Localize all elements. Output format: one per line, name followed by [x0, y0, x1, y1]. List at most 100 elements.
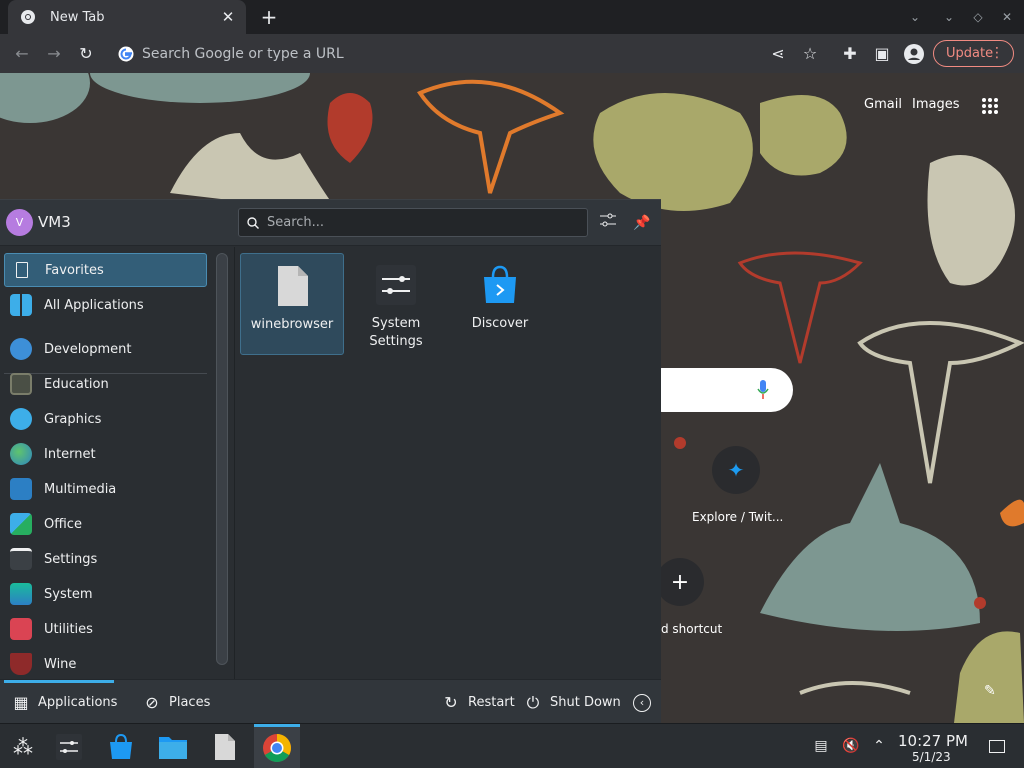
category-multimedia[interactable]: Multimedia [4, 472, 207, 506]
app-system-settings[interactable]: System Settings [344, 253, 448, 355]
category-internet[interactable]: Internet [4, 437, 207, 471]
file-manager-icon [159, 736, 187, 759]
task-discover[interactable] [98, 724, 144, 768]
application-launcher: V VM3 📌 Favorites All Applications Devel… [0, 199, 661, 724]
category-label: Graphics [44, 411, 102, 427]
category-education[interactable]: Education [4, 367, 207, 401]
category-utilities[interactable]: Utilities [4, 612, 207, 646]
category-system[interactable]: System [4, 577, 207, 611]
omnibox-input[interactable] [142, 45, 642, 62]
category-graphics[interactable]: Graphics [4, 402, 207, 436]
category-development[interactable]: Development [4, 332, 207, 366]
side-panel-icon[interactable]: ▣ [870, 42, 894, 66]
launcher-footer: ▦ Applications ⊘ Places ↻ Restart ⏻ Shut… [0, 679, 661, 724]
system-settings-icon [56, 733, 82, 760]
category-scrollbar[interactable] [216, 253, 228, 665]
microphone-icon[interactable] [756, 379, 770, 401]
forward-icon[interactable]: → [42, 42, 66, 66]
task-chrome[interactable] [254, 724, 300, 768]
category-label: All Applications [44, 297, 144, 313]
file-icon [278, 266, 308, 306]
tab-search-icon[interactable]: ⌄ [906, 8, 924, 26]
app-winebrowser[interactable]: winebrowser [240, 253, 344, 355]
clipboard-icon[interactable]: ▤ [812, 737, 830, 755]
configure-icon[interactable] [597, 212, 619, 234]
ntp-search-box[interactable] [640, 368, 793, 412]
kickoff-launcher-button[interactable]: ⁂ [0, 724, 46, 768]
kickoff-launcher-icon: ⁂ [13, 734, 33, 759]
clock-time[interactable]: 10:27 PM [898, 732, 968, 750]
category-favorites[interactable]: Favorites [4, 253, 207, 287]
update-button[interactable]: Update ⋮ [933, 40, 1014, 67]
google-apps-icon[interactable] [982, 98, 998, 114]
app-discover[interactable]: Discover [448, 253, 552, 355]
new-tab-button[interactable]: + [258, 6, 280, 28]
taskbar: ⁂ ▤ 🔇 ⌃ 10:27 PM 5/1/23 [0, 723, 1024, 768]
close-window-icon[interactable]: ✕ [998, 8, 1016, 26]
menu-dots-icon: ⋮ [990, 45, 1004, 61]
discover-icon [484, 265, 516, 303]
browser-toolbar: ← → ↻ ⋖ ☆ ✚ ▣ Update ⋮ [0, 34, 1024, 73]
profile-icon[interactable] [902, 42, 926, 66]
search-icon [247, 216, 259, 229]
add-shortcut-button[interactable]: + [656, 558, 704, 606]
launcher-search[interactable] [238, 208, 588, 237]
task-system-settings[interactable] [46, 724, 92, 768]
bookmark-star-icon[interactable]: ☆ [798, 42, 822, 66]
category-wine[interactable]: Wine [4, 647, 207, 681]
multimedia-icon [10, 478, 32, 500]
chevron-up-icon[interactable]: ⌃ [870, 737, 888, 755]
bookmark-icon [16, 262, 28, 278]
category-office[interactable]: Office [4, 507, 207, 541]
chevron-left-circle-icon: ‹ [633, 693, 651, 712]
omnibox[interactable] [110, 38, 760, 69]
tab-strip: New Tab ✕ + ⌄ ⌄ ◇ ✕ [0, 0, 1024, 34]
twitter-shortcut[interactable]: ✦ [712, 446, 760, 494]
category-label: Education [44, 376, 109, 392]
tab-title: New Tab [50, 9, 105, 25]
category-all-applications[interactable]: All Applications [4, 288, 207, 322]
restart-button[interactable]: ↻ Restart [442, 680, 514, 725]
category-settings[interactable]: Settings [4, 542, 207, 576]
wine-icon [10, 653, 32, 675]
reload-icon[interactable]: ↻ [74, 42, 98, 66]
user-name: VM3 [38, 213, 71, 231]
gmail-link[interactable]: Gmail [864, 97, 902, 112]
show-desktop-icon[interactable] [989, 740, 1005, 753]
more-options-button[interactable]: ‹ [633, 680, 659, 725]
tab-applications[interactable]: ▦ Applications [12, 680, 117, 725]
tab-new-tab[interactable]: New Tab ✕ [8, 0, 246, 34]
pin-icon[interactable]: 📌 [631, 212, 653, 234]
back-icon[interactable]: ← [10, 42, 34, 66]
minimize-icon[interactable]: ⌄ [940, 8, 958, 26]
task-file-manager[interactable] [150, 724, 196, 768]
discover-icon [110, 733, 132, 759]
file-icon [215, 733, 235, 760]
shortcut-label-twitter: Explore / Twit... [692, 510, 784, 524]
maximize-icon[interactable]: ◇ [969, 8, 987, 26]
google-icon [118, 46, 134, 61]
launcher-header: V VM3 📌 [0, 200, 661, 246]
shutdown-button[interactable]: ⏻ Shut Down [524, 680, 621, 725]
plus-icon: + [670, 569, 690, 595]
customize-pencil-icon[interactable]: ✎ [984, 683, 996, 699]
app-label: Discover [471, 316, 529, 331]
system-icon [10, 583, 32, 605]
launcher-search-input[interactable] [267, 215, 567, 230]
category-label: Development [44, 341, 132, 357]
task-document[interactable] [202, 724, 248, 768]
chrome-tab-icon [21, 10, 35, 24]
extensions-icon[interactable]: ✚ [838, 42, 862, 66]
tab-places[interactable]: ⊘ Places [143, 680, 210, 725]
close-tab-icon[interactable]: ✕ [220, 9, 236, 25]
volume-muted-icon[interactable]: 🔇 [842, 737, 860, 755]
images-link[interactable]: Images [912, 97, 960, 112]
tab-label: Applications [38, 695, 118, 710]
shortcut-label-add: d shortcut [661, 622, 723, 636]
app-label: winebrowser [250, 317, 334, 332]
clock-date[interactable]: 5/1/23 [912, 750, 951, 764]
all-apps-icon [10, 294, 32, 316]
button-label: Shut Down [550, 695, 621, 710]
avatar[interactable]: V [6, 209, 33, 236]
share-icon[interactable]: ⋖ [766, 42, 790, 66]
